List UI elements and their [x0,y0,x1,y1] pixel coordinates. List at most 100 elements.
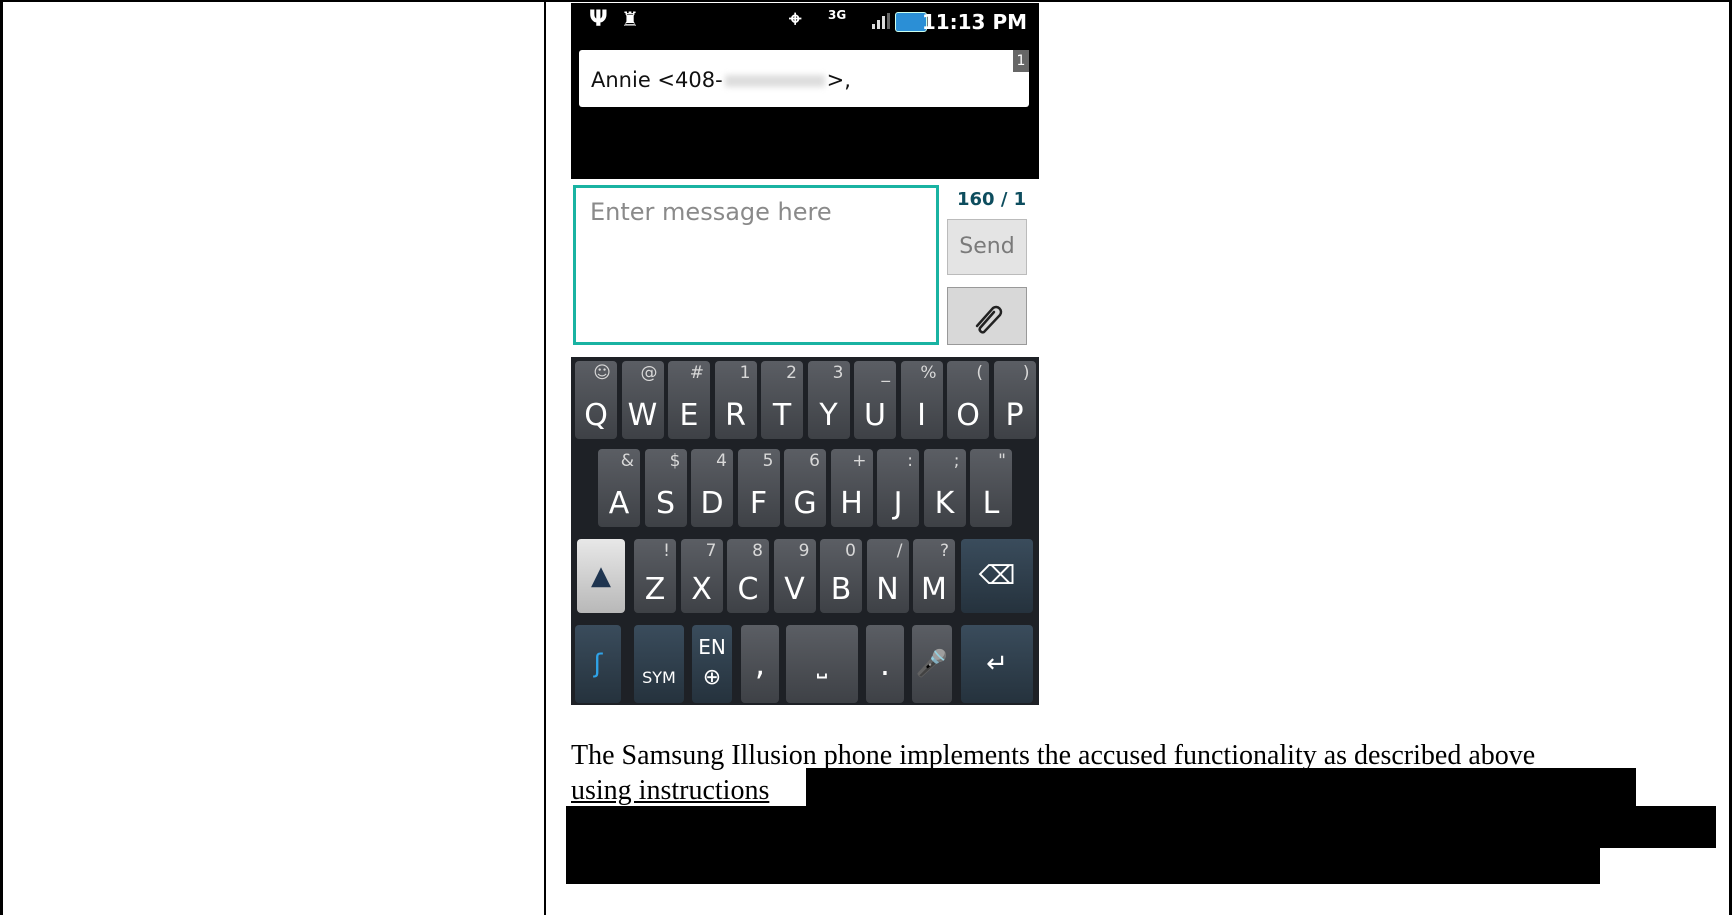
mic-icon: 🎤 [915,649,949,679]
message-input[interactable]: Enter message here [573,185,939,345]
signal-icon [872,13,890,29]
key-o[interactable]: (O [947,361,989,439]
key-v[interactable]: 9V [773,539,816,613]
key-primary-label: I [917,398,926,433]
key-primary-label: Q [584,398,608,433]
key-primary-label: O [956,398,980,433]
key-primary-label: H [840,486,863,521]
key-c[interactable]: 8C [727,539,769,613]
comma-key[interactable]: , [741,625,779,703]
key-g[interactable]: 6G [784,449,826,527]
key-y[interactable]: 3Y [807,361,850,439]
mic-key[interactable]: 🎤 [912,625,952,703]
key-secondary-label: 9 [798,541,810,561]
usb-icon: Ψ [589,7,608,32]
language-key[interactable]: EN ⊕ [692,625,732,703]
send-button[interactable]: Send [947,219,1027,275]
attach-button[interactable] [947,287,1027,345]
key-primary-label: B [830,572,852,607]
key-secondary-label: @ [640,363,658,383]
key-secondary-label: ☺ [593,363,611,383]
key-primary-label: A [608,486,630,521]
key-primary-label: U [864,398,886,433]
key-secondary-label: & [620,451,634,471]
key-n[interactable]: / N [866,539,909,613]
shift-key[interactable]: ▲ [577,539,625,613]
key-secondary-label: # [689,363,704,383]
key-secondary-label: 7 [705,541,717,561]
network-type-icon: 3G [828,8,847,22]
key-secondary-label: / [896,541,903,561]
key-f[interactable]: 5F [737,449,780,527]
compose-area: Enter message here 160 / 1 Send [571,179,1039,357]
sym-label: SYM [642,667,676,687]
enter-icon: ↵ [986,649,1008,679]
key-b[interactable]: 0B [820,539,862,613]
key-j[interactable]: :J [877,449,919,527]
key-e[interactable]: # E [668,361,710,439]
key-secondary-label: ; [953,451,960,471]
key-primary-label: Y [819,398,838,433]
recipient-count-badge: 1 [1013,50,1029,72]
key-primary-label: V [784,572,805,607]
recipient-text: Annie <408- >, [591,68,851,92]
key-s[interactable]: $ S [644,449,687,527]
key-primary-label: K [934,486,955,521]
backspace-icon: ⌫ [978,561,1016,591]
key-secondary-label: ( [976,363,983,383]
key-x[interactable]: 7X [680,539,723,613]
key-m[interactable]: ? M [913,539,955,613]
key-k[interactable]: ; K [923,449,966,527]
key-secondary-label: 2 [786,363,797,383]
backspace-key[interactable]: ⌫ [961,539,1033,613]
soft-keyboard: ☺ Q @ W # E 1 R 2 T 3 Y _ U% I(O) P & A $ S 4 D 5 F 6 G + H: J; K " L … [571,357,1039,705]
key-primary-label: D [700,486,724,521]
key-primary-label: N [876,572,899,607]
key-secondary-label: ) [1022,363,1030,383]
key-i[interactable]: % I [900,361,943,439]
key-primary-label: X [691,572,712,607]
redacted-number-blur [724,75,825,87]
key-primary-label: F [749,486,768,521]
android-debug-icon: ♜ [621,7,639,31]
table-column-divider [544,0,546,915]
key-z[interactable]: ! Z [634,539,676,613]
recipient-suffix: >, [826,68,851,92]
globe-icon: ⊕ [702,665,722,690]
key-secondary-label: % [920,363,937,383]
status-time: 11:13 PM [921,10,1027,34]
character-counter: 160 / 1 [957,189,1027,210]
period-key[interactable]: . [866,625,904,703]
sym-key[interactable]: SYM [634,625,684,703]
key-primary-label: Z [644,572,666,607]
key-a[interactable]: & A [598,449,640,527]
key-l[interactable]: " L [970,449,1012,527]
table-border-left [0,0,3,915]
key-h[interactable]: + H [830,449,873,527]
key-r[interactable]: 1R [714,361,757,439]
phone-screenshot: Ψ ♜ ⌖ 3G 11:13 PM Annie <408- >, 1 Enter … [571,3,1039,705]
key-t[interactable]: 2T [761,361,803,439]
key-primary-label: P [1005,398,1024,433]
key-q[interactable]: ☺ Q [575,361,617,439]
recipient-field[interactable]: Annie <408- >, 1 [579,50,1029,107]
key-u[interactable]: _ U [854,361,896,439]
redaction-bar-2 [566,806,1716,848]
recipient-prefix: Annie <408- [591,68,723,92]
key-p[interactable]: ) P [993,361,1036,439]
key-secondary-label: 1 [739,363,751,383]
key-secondary-label: 4 [716,451,727,471]
key-secondary-label: 6 [809,451,820,471]
space-key[interactable]: ⎵ [786,625,858,703]
key-secondary-label: 8 [752,541,763,561]
key-w[interactable]: @ W [621,361,664,439]
key-d[interactable]: 4D [691,449,733,527]
key-primary-label: E [679,398,699,433]
enter-key[interactable]: ↵ [961,625,1033,703]
key-secondary-label: $ [669,451,681,471]
shift-icon: ▲ [591,561,611,591]
swype-key[interactable]: ʃ [575,625,621,703]
key-secondary-label: ? [939,541,949,561]
key-primary-label: G [793,486,817,521]
key-secondary-label: 0 [845,541,856,561]
